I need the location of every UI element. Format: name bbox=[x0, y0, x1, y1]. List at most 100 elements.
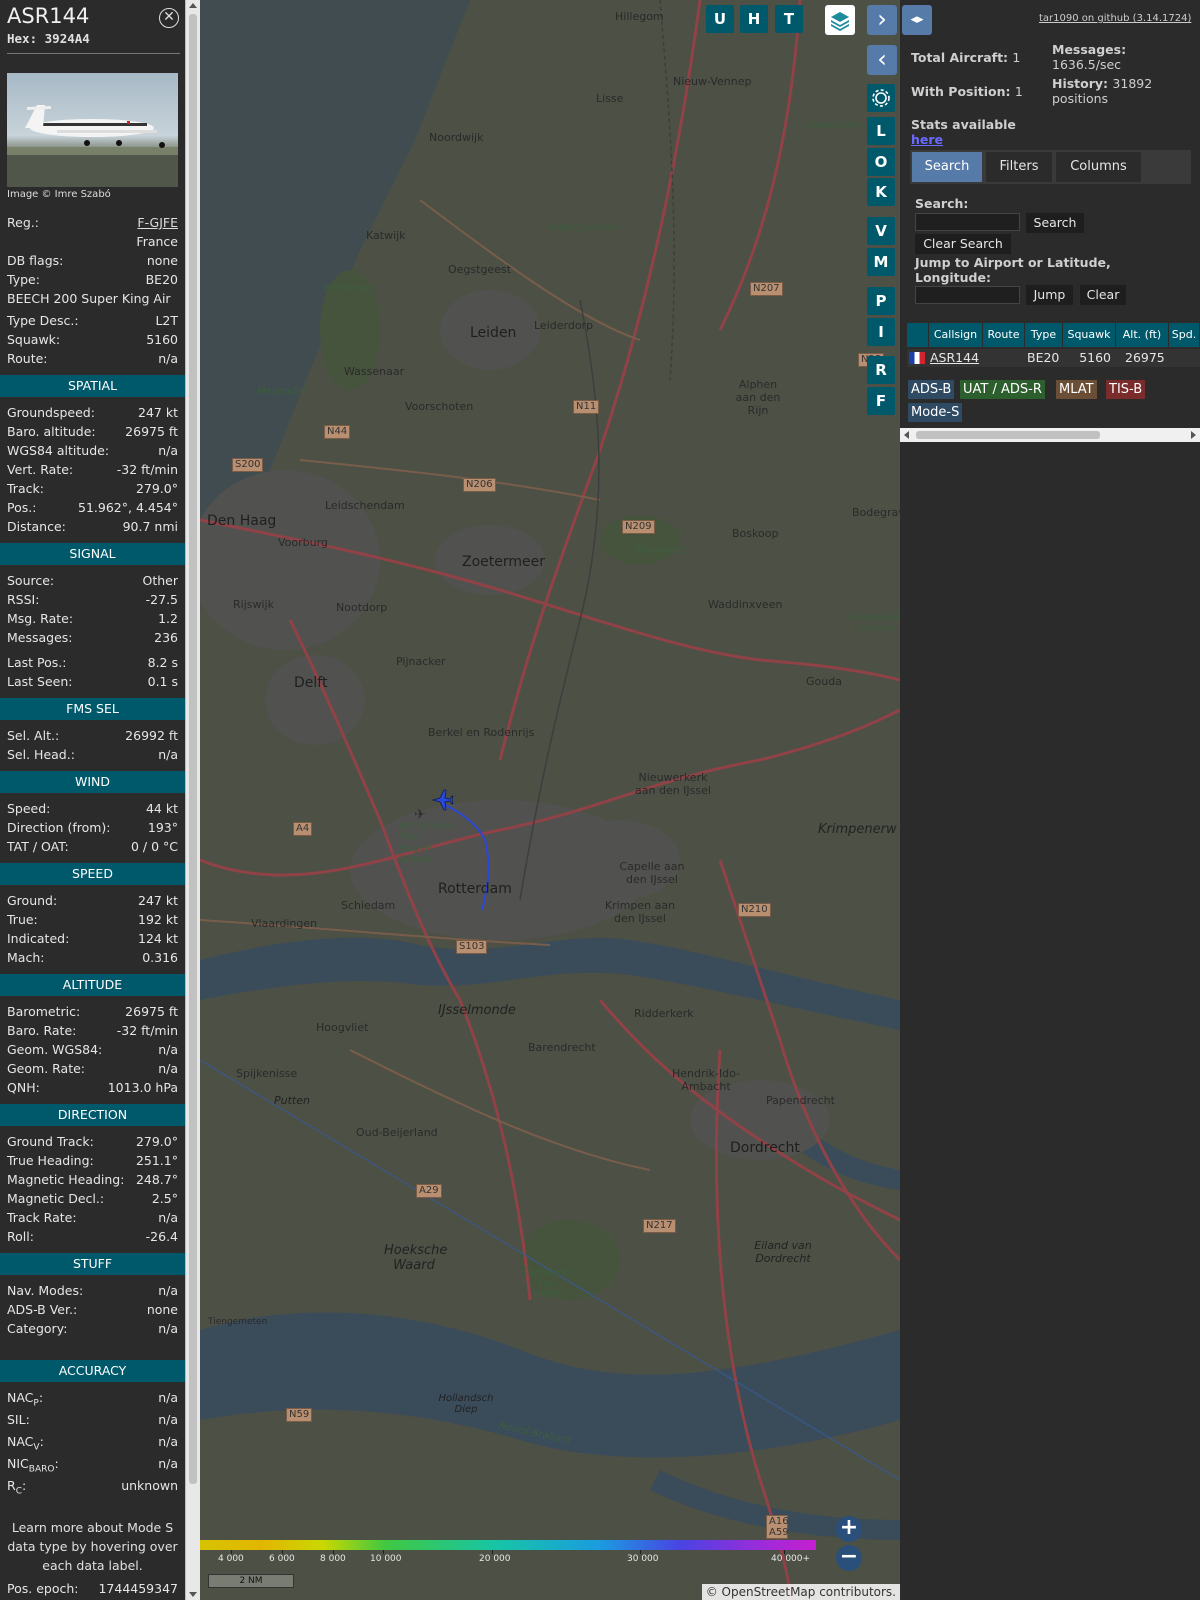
left-panel-scrollbar[interactable] bbox=[185, 0, 200, 1600]
field-value: 26992 ft bbox=[125, 728, 178, 743]
field-label: Mach: bbox=[7, 950, 44, 965]
column-header-route[interactable]: Route bbox=[983, 323, 1025, 347]
layers-icon[interactable] bbox=[825, 5, 855, 35]
map-label: Eiland van Dordrecht bbox=[754, 1239, 812, 1265]
field-label: Type Desc.: bbox=[7, 313, 79, 328]
field-value: 279.0° bbox=[135, 1134, 178, 1149]
search-input[interactable] bbox=[915, 213, 1020, 231]
info-row-squawk: Squawk: 5160 bbox=[7, 332, 178, 350]
info-row-accuracy: NICBARO: n/a bbox=[7, 1456, 178, 1475]
tab-columns[interactable]: Columns bbox=[1056, 152, 1141, 182]
toggle-u-button[interactable]: U bbox=[706, 5, 734, 33]
info-row-signal: Msg. Rate: 1.2 bbox=[7, 611, 178, 629]
clear-jump-button[interactable]: Clear bbox=[1080, 285, 1126, 305]
zoom-out-button[interactable]: − bbox=[836, 1545, 862, 1571]
source-legend-chip[interactable]: ADS-B bbox=[908, 380, 955, 399]
map-label: Vlaardingen bbox=[251, 917, 318, 930]
registration-link[interactable]: F-GJFE bbox=[137, 215, 178, 230]
map-label: Wassenaar bbox=[344, 365, 405, 378]
section-header-speed[interactable]: SPEED bbox=[0, 863, 185, 885]
map-attribution[interactable]: © OpenStreetMap contributors. bbox=[701, 1584, 900, 1600]
toggle-v-button[interactable]: V bbox=[867, 217, 895, 245]
tab-filters[interactable]: Filters bbox=[986, 152, 1052, 182]
toggle-o-button[interactable]: O bbox=[867, 148, 895, 176]
toggle-k-button[interactable]: K bbox=[867, 178, 895, 206]
field-label: ADS-B Ver.: bbox=[7, 1302, 77, 1317]
field-label-text: WGS84 altitude: bbox=[7, 443, 110, 458]
source-legend-chip[interactable]: MLAT bbox=[1056, 380, 1097, 399]
section-header-wind[interactable]: WIND bbox=[0, 771, 185, 793]
column-header-type[interactable]: Type bbox=[1025, 323, 1063, 347]
column-header-callsign[interactable]: Callsign bbox=[929, 323, 983, 347]
map-label: Delft bbox=[294, 675, 328, 691]
section-header-signal[interactable]: SIGNAL bbox=[0, 543, 185, 565]
zoom-in-button[interactable]: + bbox=[836, 1516, 862, 1542]
field-value: n/a bbox=[158, 1412, 178, 1427]
section-header-spatial[interactable]: SPATIAL bbox=[0, 375, 185, 397]
toggle-r-button[interactable]: R bbox=[867, 356, 895, 384]
map-view[interactable]: ✈ Hillegom Lisse Nieuw-Vennep Noordwijk … bbox=[200, 0, 900, 1600]
map-label: Hendrik-Ido-Ambacht bbox=[671, 1067, 741, 1093]
stat-value: 31892 bbox=[1112, 76, 1153, 91]
source-legend-chip[interactable]: Mode-S bbox=[908, 403, 963, 422]
country-value: France bbox=[136, 234, 178, 249]
info-row-direction: Track Rate: n/a bbox=[7, 1210, 178, 1228]
column-header-flag[interactable] bbox=[907, 323, 929, 347]
cell-callsign[interactable]: ASR144 bbox=[929, 349, 983, 367]
info-row-epoch: Pos. epoch: 1744459347 bbox=[7, 1581, 178, 1599]
field-label: TAT / OAT: bbox=[7, 839, 69, 854]
settings-gear-icon[interactable] bbox=[867, 84, 895, 112]
toggle-t-button[interactable]: T bbox=[775, 5, 803, 33]
info-row-altitude: Geom. Rate: n/a bbox=[7, 1061, 178, 1079]
scroll-up-icon[interactable] bbox=[189, 3, 197, 8]
toggle-p-button[interactable]: P bbox=[867, 287, 895, 315]
chevron-right-icon[interactable]: › bbox=[867, 5, 897, 35]
close-icon[interactable]: ✕ bbox=[159, 8, 179, 28]
scroll-down-icon[interactable] bbox=[189, 1592, 197, 1597]
tab-search[interactable]: Search bbox=[912, 152, 982, 182]
expand-sidebar-button[interactable]: ◂▸ bbox=[902, 5, 932, 35]
column-header-squawk[interactable]: Squawk bbox=[1063, 323, 1116, 347]
field-value: 124 kt bbox=[138, 931, 178, 946]
field-label: Geom. WGS84: bbox=[7, 1042, 102, 1057]
road-shield: N44 bbox=[324, 425, 351, 439]
jump-input[interactable] bbox=[915, 286, 1020, 304]
info-row-stuff: ADS-B Ver.: none bbox=[7, 1302, 178, 1320]
source-legend-chip[interactable]: UAT / ADS-R bbox=[960, 380, 1045, 399]
column-header-altitude[interactable]: Alt. (ft) bbox=[1116, 323, 1169, 347]
field-label: Indicated: bbox=[7, 931, 69, 946]
aircraft-photo[interactable] bbox=[7, 73, 178, 187]
field-label-text: Baro. Rate: bbox=[7, 1023, 77, 1038]
section-header-accuracy[interactable]: ACCURACY bbox=[0, 1360, 185, 1382]
search-button[interactable]: Search bbox=[1026, 213, 1084, 233]
clear-search-button[interactable]: Clear Search bbox=[915, 234, 1011, 254]
jump-button[interactable]: Jump bbox=[1026, 285, 1073, 305]
chevron-left-icon[interactable]: ‹ bbox=[867, 45, 897, 75]
field-label-text: Ground: bbox=[7, 893, 58, 908]
section-header-altitude[interactable]: ALTITUDE bbox=[0, 974, 185, 996]
toggle-h-button[interactable]: H bbox=[740, 5, 768, 33]
toggle-f-button[interactable]: F bbox=[867, 387, 895, 415]
toggle-i-button[interactable]: I bbox=[867, 318, 895, 346]
info-row-wind: TAT / OAT: 0 / 0 °C bbox=[7, 839, 178, 857]
field-label: Sel. Alt.: bbox=[7, 728, 59, 743]
map-label: Bentwoud bbox=[635, 545, 686, 556]
section-header-direction[interactable]: DIRECTION bbox=[0, 1104, 185, 1126]
source-legend-chip[interactable]: TIS-B bbox=[1106, 380, 1146, 399]
toggle-m-button[interactable]: M bbox=[867, 248, 895, 276]
map-label: Oegstgeest bbox=[448, 263, 512, 276]
scroll-left-icon[interactable] bbox=[904, 431, 909, 439]
column-header-speed[interactable]: Spd. bbox=[1169, 323, 1200, 347]
section-header-stuff[interactable]: STUFF bbox=[0, 1253, 185, 1275]
stats-here-link[interactable]: here bbox=[911, 132, 943, 147]
scrollbar-thumb[interactable] bbox=[916, 431, 1100, 439]
github-link[interactable]: tar1090 on github (3.14.1724) bbox=[1039, 13, 1191, 24]
field-label-text: Last Seen: bbox=[7, 674, 73, 689]
table-horizontal-scrollbar[interactable] bbox=[900, 428, 1200, 442]
field-value: n/a bbox=[158, 1061, 178, 1076]
info-row-typedesc: Type Desc.: L2T bbox=[7, 313, 178, 331]
scrollbar-thumb[interactable] bbox=[189, 14, 197, 1484]
toggle-l-button[interactable]: L bbox=[867, 117, 895, 145]
section-header-fms[interactable]: FMS SEL bbox=[0, 698, 185, 720]
scroll-right-icon[interactable] bbox=[1191, 431, 1196, 439]
